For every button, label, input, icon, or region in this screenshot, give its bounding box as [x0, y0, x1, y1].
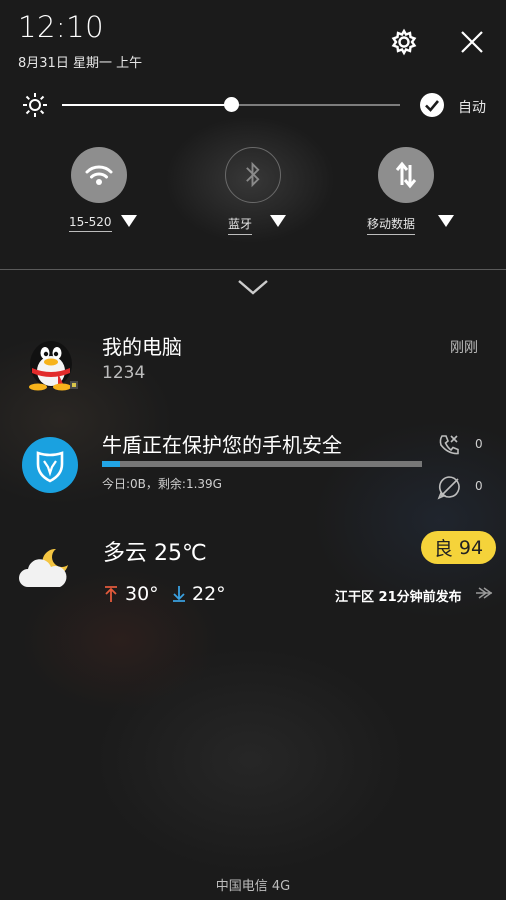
- carrier-label: 中国电信 4G: [215, 879, 291, 894]
- mobile-data-toggle[interactable]: [378, 147, 434, 203]
- qq-notification-time: 刚刚: [450, 340, 478, 356]
- cloudy-moon-icon: [18, 545, 70, 593]
- bluetooth-toggle[interactable]: [225, 147, 281, 203]
- chevron-down-icon: [238, 280, 268, 295]
- auto-brightness-label: 自动: [458, 100, 486, 116]
- aqi-label: 良: [433, 538, 453, 560]
- panel-divider: [0, 269, 506, 270]
- security-notification-title: 牛盾正在保护您的手机安全: [102, 433, 342, 457]
- wifi-label[interactable]: 15-520: [69, 215, 112, 232]
- brightness-slider-fill: [62, 104, 231, 106]
- clock-time: 12:10: [18, 10, 105, 44]
- low-temperature: 22°: [192, 583, 226, 605]
- blocked-calls-count: 0: [475, 437, 483, 451]
- qq-penguin-icon: [24, 331, 80, 391]
- settings-button[interactable]: [390, 28, 418, 56]
- wifi-expand-icon[interactable]: [121, 215, 137, 227]
- expand-panel-button[interactable]: [236, 278, 270, 296]
- qq-notification-text: 1234: [102, 363, 146, 383]
- data-usage-text: 今日:0B，剩余:1.39G: [102, 477, 222, 491]
- close-button[interactable]: [458, 28, 486, 56]
- high-temperature: 30°: [125, 583, 159, 605]
- low-temp-arrow-icon: [171, 585, 187, 603]
- gear-icon: [391, 28, 417, 56]
- mobile-data-label[interactable]: 移动数据: [367, 215, 416, 235]
- blocked-calls-icon: [436, 432, 462, 458]
- notification-qq[interactable]: 我的电脑 1234 刚刚: [0, 325, 506, 405]
- notification-security[interactable]: 牛盾正在保护您的手机安全: [0, 425, 506, 510]
- brightness-icon: [22, 92, 48, 118]
- wind-icon: [474, 583, 496, 603]
- bluetooth-expand-icon[interactable]: [270, 215, 286, 227]
- auto-brightness-checkbox[interactable]: [420, 93, 444, 117]
- shield-bull-icon: [22, 437, 78, 493]
- blocked-messages-icon: [436, 474, 462, 500]
- high-temp-arrow-icon: [103, 585, 119, 603]
- air-quality-badge: 良 94: [421, 531, 496, 564]
- data-usage-progress-track: [102, 461, 422, 467]
- wifi-icon: [85, 165, 113, 185]
- weather-condition-temp: 多云 25℃: [103, 541, 207, 566]
- qq-notification-title: 我的电脑: [102, 335, 182, 359]
- brightness-slider-thumb[interactable]: [224, 97, 239, 112]
- wifi-toggle[interactable]: [71, 147, 127, 203]
- check-icon: [425, 100, 439, 112]
- weather-published-text: 江干区 21分钟前发布: [335, 590, 462, 605]
- bluetooth-label[interactable]: 蓝牙: [228, 215, 253, 235]
- mobile-data-expand-icon[interactable]: [438, 215, 454, 227]
- data-usage-progress-fill: [102, 461, 120, 467]
- close-icon: [461, 31, 483, 53]
- aqi-value: 94: [458, 536, 484, 559]
- mobile-data-icon: [395, 161, 417, 189]
- bluetooth-icon: [246, 161, 260, 188]
- blocked-messages-count: 0: [475, 479, 483, 493]
- date-text: 8月31日 星期一 上午: [18, 56, 143, 71]
